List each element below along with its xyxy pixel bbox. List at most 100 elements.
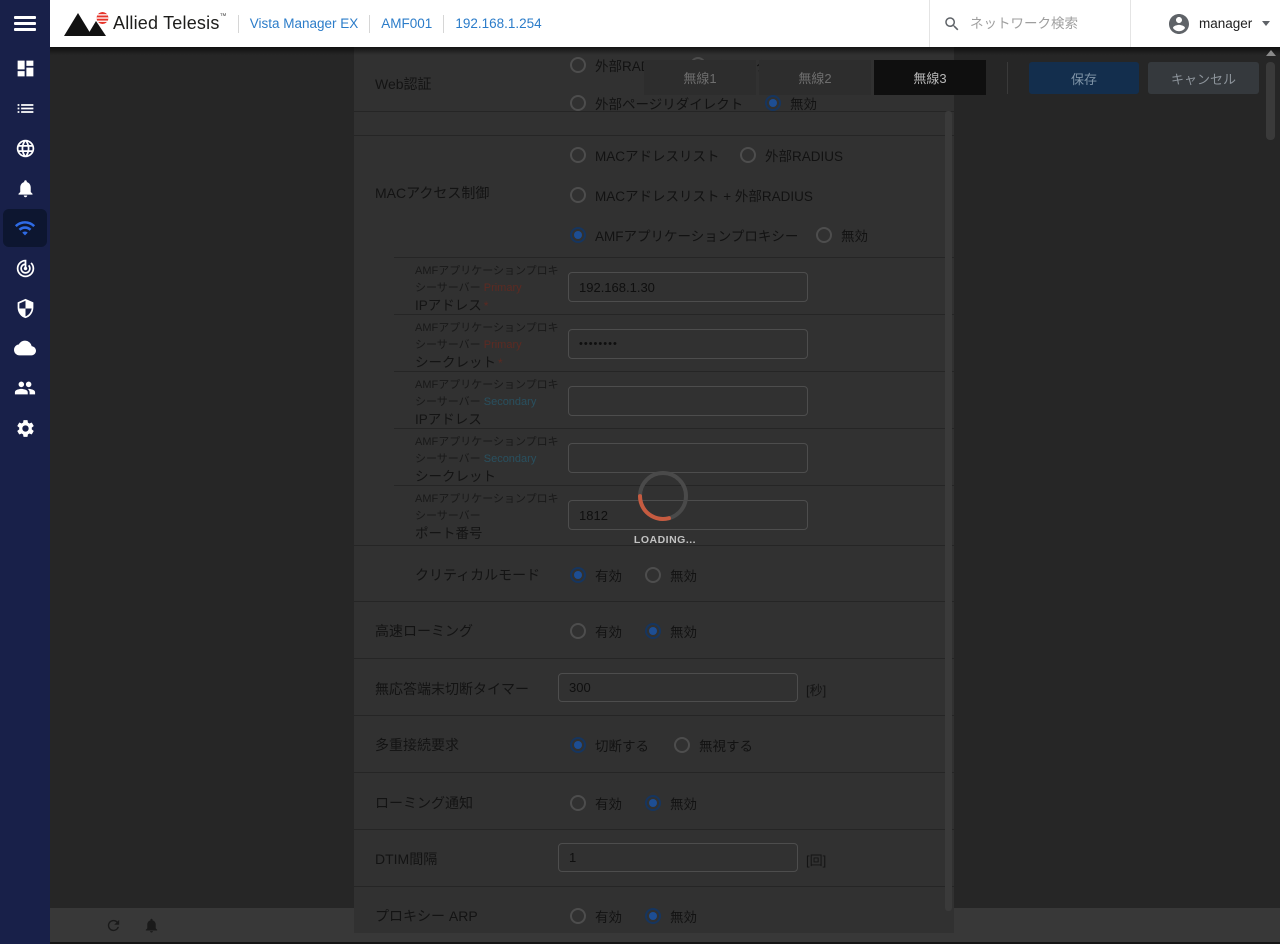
proxy-arp-enabled[interactable]: 有効 <box>570 906 622 926</box>
idle-timer-input[interactable] <box>558 673 798 702</box>
fast-roaming-disabled[interactable]: 無効 <box>645 621 697 641</box>
globe-icon <box>15 138 36 159</box>
multi-connect-disconnect[interactable]: 切断する <box>570 735 649 755</box>
radio[interactable] <box>570 227 586 243</box>
idle-timer-unit: [秒] <box>806 680 826 699</box>
divider <box>394 428 954 429</box>
option-label: 有効 <box>595 793 622 813</box>
primary-secret-input[interactable] <box>568 329 808 359</box>
notification-bell-icon[interactable] <box>143 917 160 934</box>
fast-roaming-enabled[interactable]: 有効 <box>570 621 622 641</box>
sidebar-item-users[interactable] <box>0 368 50 408</box>
radio[interactable] <box>816 227 832 243</box>
option-label: 無効 <box>670 621 697 641</box>
mac-acl-option-maclist-radius[interactable]: MACアドレスリスト + 外部RADIUS <box>570 185 813 205</box>
refresh-icon[interactable] <box>105 917 122 934</box>
radio[interactable] <box>570 567 586 583</box>
amf-proxy-label-line3: シークレット* <box>415 351 503 371</box>
radio[interactable] <box>570 187 586 203</box>
secondary-ip-input[interactable] <box>568 386 808 416</box>
option-label: 外部RADIUS <box>765 145 843 165</box>
dtim-input[interactable] <box>558 843 798 872</box>
search-input[interactable] <box>970 16 1120 31</box>
mac-acl-option-external-radius[interactable]: 外部RADIUS <box>740 145 843 165</box>
roaming-notify-label: ローミング通知 <box>375 793 473 813</box>
radio[interactable] <box>674 737 690 753</box>
mac-acl-option-maclist[interactable]: MACアドレスリスト <box>570 145 720 165</box>
sidebar-item-dashboard[interactable] <box>0 48 50 88</box>
radio[interactable] <box>645 567 661 583</box>
amf-proxy-label-line2: シーサーバー <box>415 507 481 523</box>
web-auth-option-disabled[interactable]: 無効 <box>765 93 817 113</box>
option-label: 有効 <box>595 906 622 926</box>
cancel-button[interactable]: キャンセル <box>1148 62 1259 94</box>
radio[interactable] <box>570 795 586 811</box>
amf-proxy-label-line2: シーサーバー Secondary <box>415 450 536 466</box>
list-icon <box>15 98 36 119</box>
amf-proxy-label-line3: IPアドレス <box>415 408 482 428</box>
divider <box>394 257 954 258</box>
sidebar-item-cloud[interactable] <box>0 328 50 368</box>
radio[interactable] <box>570 737 586 753</box>
users-icon <box>14 377 36 399</box>
sidebar-item-settings[interactable] <box>0 408 50 448</box>
multi-connect-ignore[interactable]: 無視する <box>674 735 753 755</box>
breadcrumb-device-ip[interactable]: 192.168.1.254 <box>455 16 541 31</box>
sidebar-item-sd-wan[interactable] <box>0 248 50 288</box>
hamburger-menu-button[interactable] <box>0 0 50 47</box>
radio[interactable] <box>570 57 586 73</box>
header-right-group: manager <box>929 0 1280 47</box>
user-menu[interactable]: manager <box>1131 0 1280 47</box>
radio[interactable] <box>570 95 586 111</box>
user-name: manager <box>1199 16 1252 31</box>
divider <box>238 15 239 33</box>
divider <box>369 15 370 33</box>
amf-proxy-label-line1: AMFアプリケーションプロキ <box>415 262 559 278</box>
roaming-notify-disabled[interactable]: 無効 <box>645 793 697 813</box>
sidebar-item-asset-list[interactable] <box>0 88 50 128</box>
radio[interactable] <box>740 147 756 163</box>
mac-acl-option-disabled[interactable]: 無効 <box>816 225 868 245</box>
tab-wireless2[interactable]: 無線2 <box>759 60 871 95</box>
critical-mode-disabled[interactable]: 無効 <box>645 565 697 585</box>
sidebar-item-security[interactable] <box>0 288 50 328</box>
option-label: 有効 <box>595 565 622 585</box>
scrollbar-up-arrow[interactable] <box>1266 50 1276 56</box>
radio[interactable] <box>765 95 781 111</box>
radio[interactable] <box>645 795 661 811</box>
critical-mode-enabled[interactable]: 有効 <box>570 565 622 585</box>
web-auth-option-page-redirect[interactable]: 外部ページリダイレクト <box>570 93 743 113</box>
radio[interactable] <box>645 908 661 924</box>
amf-proxy-label-line1: AMFアプリケーションプロキ <box>415 376 559 392</box>
radio[interactable] <box>570 908 586 924</box>
proxy-arp-disabled[interactable]: 無効 <box>645 906 697 926</box>
critical-mode-label: クリティカルモード <box>415 565 540 585</box>
mac-acl-option-amf-proxy[interactable]: AMFアプリケーションプロキシー <box>570 225 798 245</box>
secondary-secret-input[interactable] <box>568 443 808 473</box>
breadcrumb-vista-manager[interactable]: Vista Manager EX <box>250 16 359 31</box>
amf-proxy-label-line2: シーサーバー Primary <box>415 279 522 295</box>
tab-wireless1[interactable]: 無線1 <box>644 60 756 95</box>
sidebar-item-wireless[interactable] <box>0 208 50 248</box>
breadcrumb-area[interactable]: AMF001 <box>381 16 432 31</box>
roaming-notify-enabled[interactable]: 有効 <box>570 793 622 813</box>
primary-ip-input[interactable] <box>568 272 808 302</box>
card-scrollbar-track[interactable] <box>945 111 952 911</box>
scrollbar-thumb[interactable] <box>1266 62 1275 140</box>
sidebar-item-network-map[interactable] <box>0 128 50 168</box>
option-label: 外部ページリダイレクト <box>595 93 743 113</box>
radio[interactable] <box>645 623 661 639</box>
sidebar-item-event-log[interactable] <box>0 168 50 208</box>
cloud-icon <box>14 337 36 359</box>
option-label: MACアドレスリスト <box>595 145 720 165</box>
radio[interactable] <box>570 147 586 163</box>
port-number-input[interactable] <box>568 500 808 530</box>
radio[interactable] <box>570 623 586 639</box>
amf-proxy-label-line3: ポート番号 <box>415 522 483 542</box>
option-label: MACアドレスリスト + 外部RADIUS <box>595 185 813 205</box>
avatar-icon <box>1167 12 1191 36</box>
tab-wireless3[interactable]: 無線3 <box>874 60 986 95</box>
save-button[interactable]: 保存 <box>1029 62 1139 94</box>
divider <box>443 15 444 33</box>
divider <box>354 772 954 773</box>
